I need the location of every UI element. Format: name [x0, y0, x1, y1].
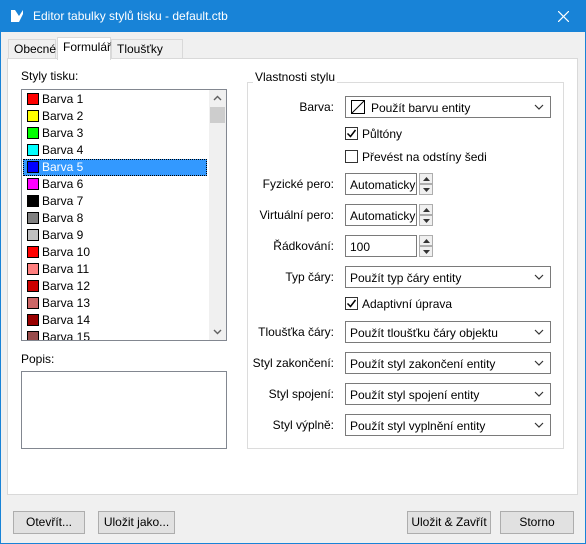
lineweight-select[interactable]: Použít tloušťku čáry objektu: [345, 321, 551, 343]
list-item[interactable]: Barva 9: [23, 227, 207, 244]
color-swatch: [27, 331, 39, 340]
color-swatch: [27, 280, 39, 292]
halftone-label: Půltóny: [362, 127, 403, 141]
fillstyle-label: Styl výplně:: [272, 418, 334, 432]
color-swatch: [27, 144, 39, 156]
list-item[interactable]: Barva 1: [23, 91, 207, 108]
fillstyle-select[interactable]: Použít styl vyplnění entity: [345, 414, 551, 436]
lineweight-label: Tloušťka čáry:: [258, 325, 334, 339]
physical-pen-spinner[interactable]: [419, 173, 433, 195]
linetype-select[interactable]: Použít typ čáry entity: [345, 266, 551, 288]
list-item[interactable]: Barva 2: [23, 108, 207, 125]
screening-label: Řádkování:: [273, 239, 334, 253]
close-button[interactable]: [541, 1, 585, 32]
chevron-down-icon: [534, 329, 544, 335]
list-item[interactable]: Barva 6: [23, 176, 207, 193]
color-swatch: [27, 127, 39, 139]
color-select[interactable]: Použít barvu entity: [345, 96, 551, 118]
color-swatch: [27, 93, 39, 105]
description-textarea[interactable]: [21, 371, 227, 449]
screening-spinner[interactable]: [419, 235, 433, 257]
endstyle-label: Styl zakončení:: [252, 356, 334, 370]
title-bar[interactable]: Editor tabulky stylů tisku - default.ctb: [1, 1, 585, 32]
styles-listbox[interactable]: Barva 1 Barva 2 Barva 3 Barva 4 Barva 5 …: [21, 89, 227, 341]
styles-label: Styly tisku:: [21, 69, 79, 83]
color-label: Barva:: [299, 100, 334, 114]
spin-down-button[interactable]: [419, 246, 433, 257]
list-item[interactable]: Barva 10: [23, 244, 207, 261]
virtual-pen-label: Virtuální pero:: [259, 208, 335, 222]
color-swatch: [27, 246, 39, 258]
adaptive-checkbox[interactable]: [345, 297, 358, 310]
tab-form[interactable]: Formulář: [57, 37, 111, 60]
list-item[interactable]: Barva 14: [23, 312, 207, 329]
spin-up-button[interactable]: [419, 204, 433, 215]
screening-input[interactable]: 100: [345, 235, 417, 257]
color-swatch: [27, 195, 39, 207]
color-swatch: [27, 178, 39, 190]
spin-down-button[interactable]: [419, 184, 433, 195]
list-item[interactable]: Barva 12: [23, 278, 207, 295]
joinstyle-label: Styl spojení:: [268, 387, 334, 401]
physical-pen-label: Fyzické pero:: [262, 177, 334, 191]
list-item[interactable]: Barva 3: [23, 125, 207, 142]
color-swatch: [27, 263, 39, 275]
chevron-down-icon: [534, 391, 544, 397]
save-close-button[interactable]: Uložit & Zavřít: [407, 511, 491, 534]
chevron-down-icon: [534, 104, 544, 110]
list-item[interactable]: Barva 13: [23, 295, 207, 312]
list-item[interactable]: Barva 7: [23, 193, 207, 210]
spin-down-button[interactable]: [419, 215, 433, 226]
list-item[interactable]: Barva 4: [23, 142, 207, 159]
linetype-label: Typ čáry:: [285, 270, 334, 284]
no-color-swatch-icon: [351, 100, 365, 114]
style-properties-title: Vlastnosti stylu: [253, 70, 338, 84]
checkmark-icon: [346, 129, 357, 138]
window-title: Editor tabulky stylů tisku - default.ctb: [33, 9, 228, 23]
app-logo-icon: [9, 8, 25, 24]
close-icon: [558, 11, 569, 22]
virtual-pen-spinner[interactable]: [419, 204, 433, 226]
spin-up-button[interactable]: [419, 173, 433, 184]
chevron-down-icon: [534, 422, 544, 428]
list-item[interactable]: Barva 15: [23, 329, 207, 340]
color-swatch: [27, 110, 39, 122]
checkmark-icon: [346, 299, 357, 308]
color-swatch: [27, 314, 39, 326]
tab-lineweights[interactable]: Tloušťky čar: [111, 39, 183, 74]
halftone-checkbox[interactable]: [345, 127, 358, 140]
save-as-button[interactable]: Uložit jako...: [98, 511, 175, 534]
color-swatch: [27, 229, 39, 241]
dialog-window: Editor tabulky stylů tisku - default.ctb…: [0, 0, 586, 544]
color-swatch: [27, 161, 39, 173]
color-swatch: [27, 212, 39, 224]
cancel-button[interactable]: Storno: [500, 511, 574, 534]
spin-up-button[interactable]: [419, 235, 433, 246]
grayscale-checkbox[interactable]: [345, 150, 358, 163]
virtual-pen-input[interactable]: Automaticky: [345, 204, 417, 226]
color-swatch: [27, 297, 39, 309]
physical-pen-input[interactable]: Automaticky: [345, 173, 417, 195]
list-item[interactable]: Barva 11: [23, 261, 207, 278]
chevron-down-icon: [534, 274, 544, 280]
open-button[interactable]: Otevřít...: [13, 511, 85, 534]
description-label: Popis:: [21, 352, 55, 366]
endstyle-select[interactable]: Použít styl zakončení entity: [345, 352, 551, 374]
list-item-selected[interactable]: Barva 5: [23, 159, 207, 176]
tab-general[interactable]: Obecné: [8, 39, 56, 59]
chevron-down-icon: [534, 360, 544, 366]
grayscale-label: Převést na odstíny šedi: [362, 150, 487, 164]
adaptive-label: Adaptivní úprava: [362, 297, 453, 311]
joinstyle-select[interactable]: Použít styl spojení entity: [345, 383, 551, 405]
list-item[interactable]: Barva 8: [23, 210, 207, 227]
